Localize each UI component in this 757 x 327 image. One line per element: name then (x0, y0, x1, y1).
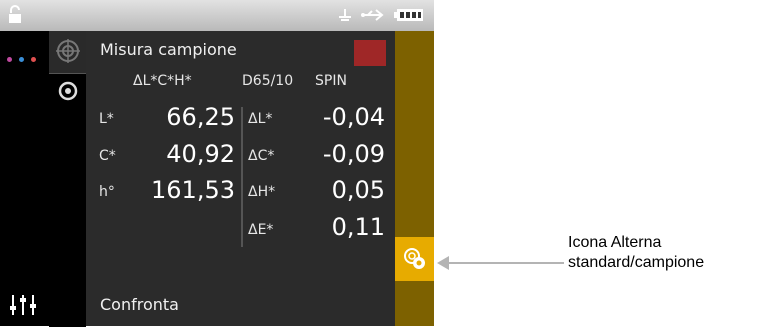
delta-e-value: 0,11 (331, 213, 385, 241)
color-dots-menu[interactable] (7, 47, 38, 66)
standard-sample-toggle-button[interactable] (395, 237, 434, 281)
battery-icon (394, 9, 423, 21)
compare-button[interactable]: Confronta (100, 295, 179, 314)
column-divider (241, 107, 243, 247)
right-bar-background (395, 31, 434, 326)
delta-c-label: ΔC* (248, 148, 275, 164)
target-tab[interactable] (49, 31, 86, 73)
illuminant-label: D65/10 (242, 73, 294, 89)
delta-c-value: -0,09 (322, 140, 385, 168)
callout-label: Icona Alterna standard/campione (568, 233, 757, 273)
bullseye-icon (58, 81, 78, 101)
antenna-icon (339, 9, 351, 21)
h-label: h° (99, 184, 115, 200)
sample-color-swatch (354, 40, 386, 66)
usb-icon (361, 9, 384, 21)
delta-h-label: ΔH* (248, 184, 276, 200)
spin-label: SPIN (315, 73, 347, 89)
callout-line (441, 262, 564, 264)
toggle-standard-sample-icon (404, 248, 425, 269)
dot-icon (31, 57, 37, 62)
callout-line-2: standard/campione (568, 254, 705, 271)
right-action-bar (395, 31, 434, 326)
target-icon (56, 39, 80, 63)
callout-line-1: Icona Alterna (568, 234, 662, 251)
status-bar (0, 0, 434, 31)
mode-column (49, 31, 86, 327)
h-value: 161,53 (151, 176, 235, 204)
dot-icon (7, 57, 12, 62)
measurement-panel: Misura campione ΔL*C*H* D65/10 SPIN L* 6… (86, 31, 395, 326)
measure-tab[interactable] (49, 73, 86, 327)
delta-h-value: 0,05 (331, 176, 385, 204)
c-label: C* (99, 148, 116, 164)
dot-icon (19, 57, 25, 62)
color-space-label: ΔL*C*H* (133, 73, 192, 89)
page-title: Misura campione (100, 40, 237, 59)
sidebar (0, 31, 49, 326)
delta-e-label: ΔE* (248, 222, 274, 238)
device-screen: Misura campione ΔL*C*H* D65/10 SPIN L* 6… (0, 0, 434, 327)
l-label: L* (99, 111, 114, 127)
c-value: 40,92 (166, 140, 235, 168)
callout-arrow-icon (437, 256, 449, 270)
delta-l-label: ΔL* (248, 111, 273, 127)
delta-l-value: -0,04 (322, 103, 385, 131)
l-value: 66,25 (166, 103, 235, 131)
lock-open-icon (9, 5, 21, 23)
settings-sliders-icon[interactable] (8, 293, 38, 317)
